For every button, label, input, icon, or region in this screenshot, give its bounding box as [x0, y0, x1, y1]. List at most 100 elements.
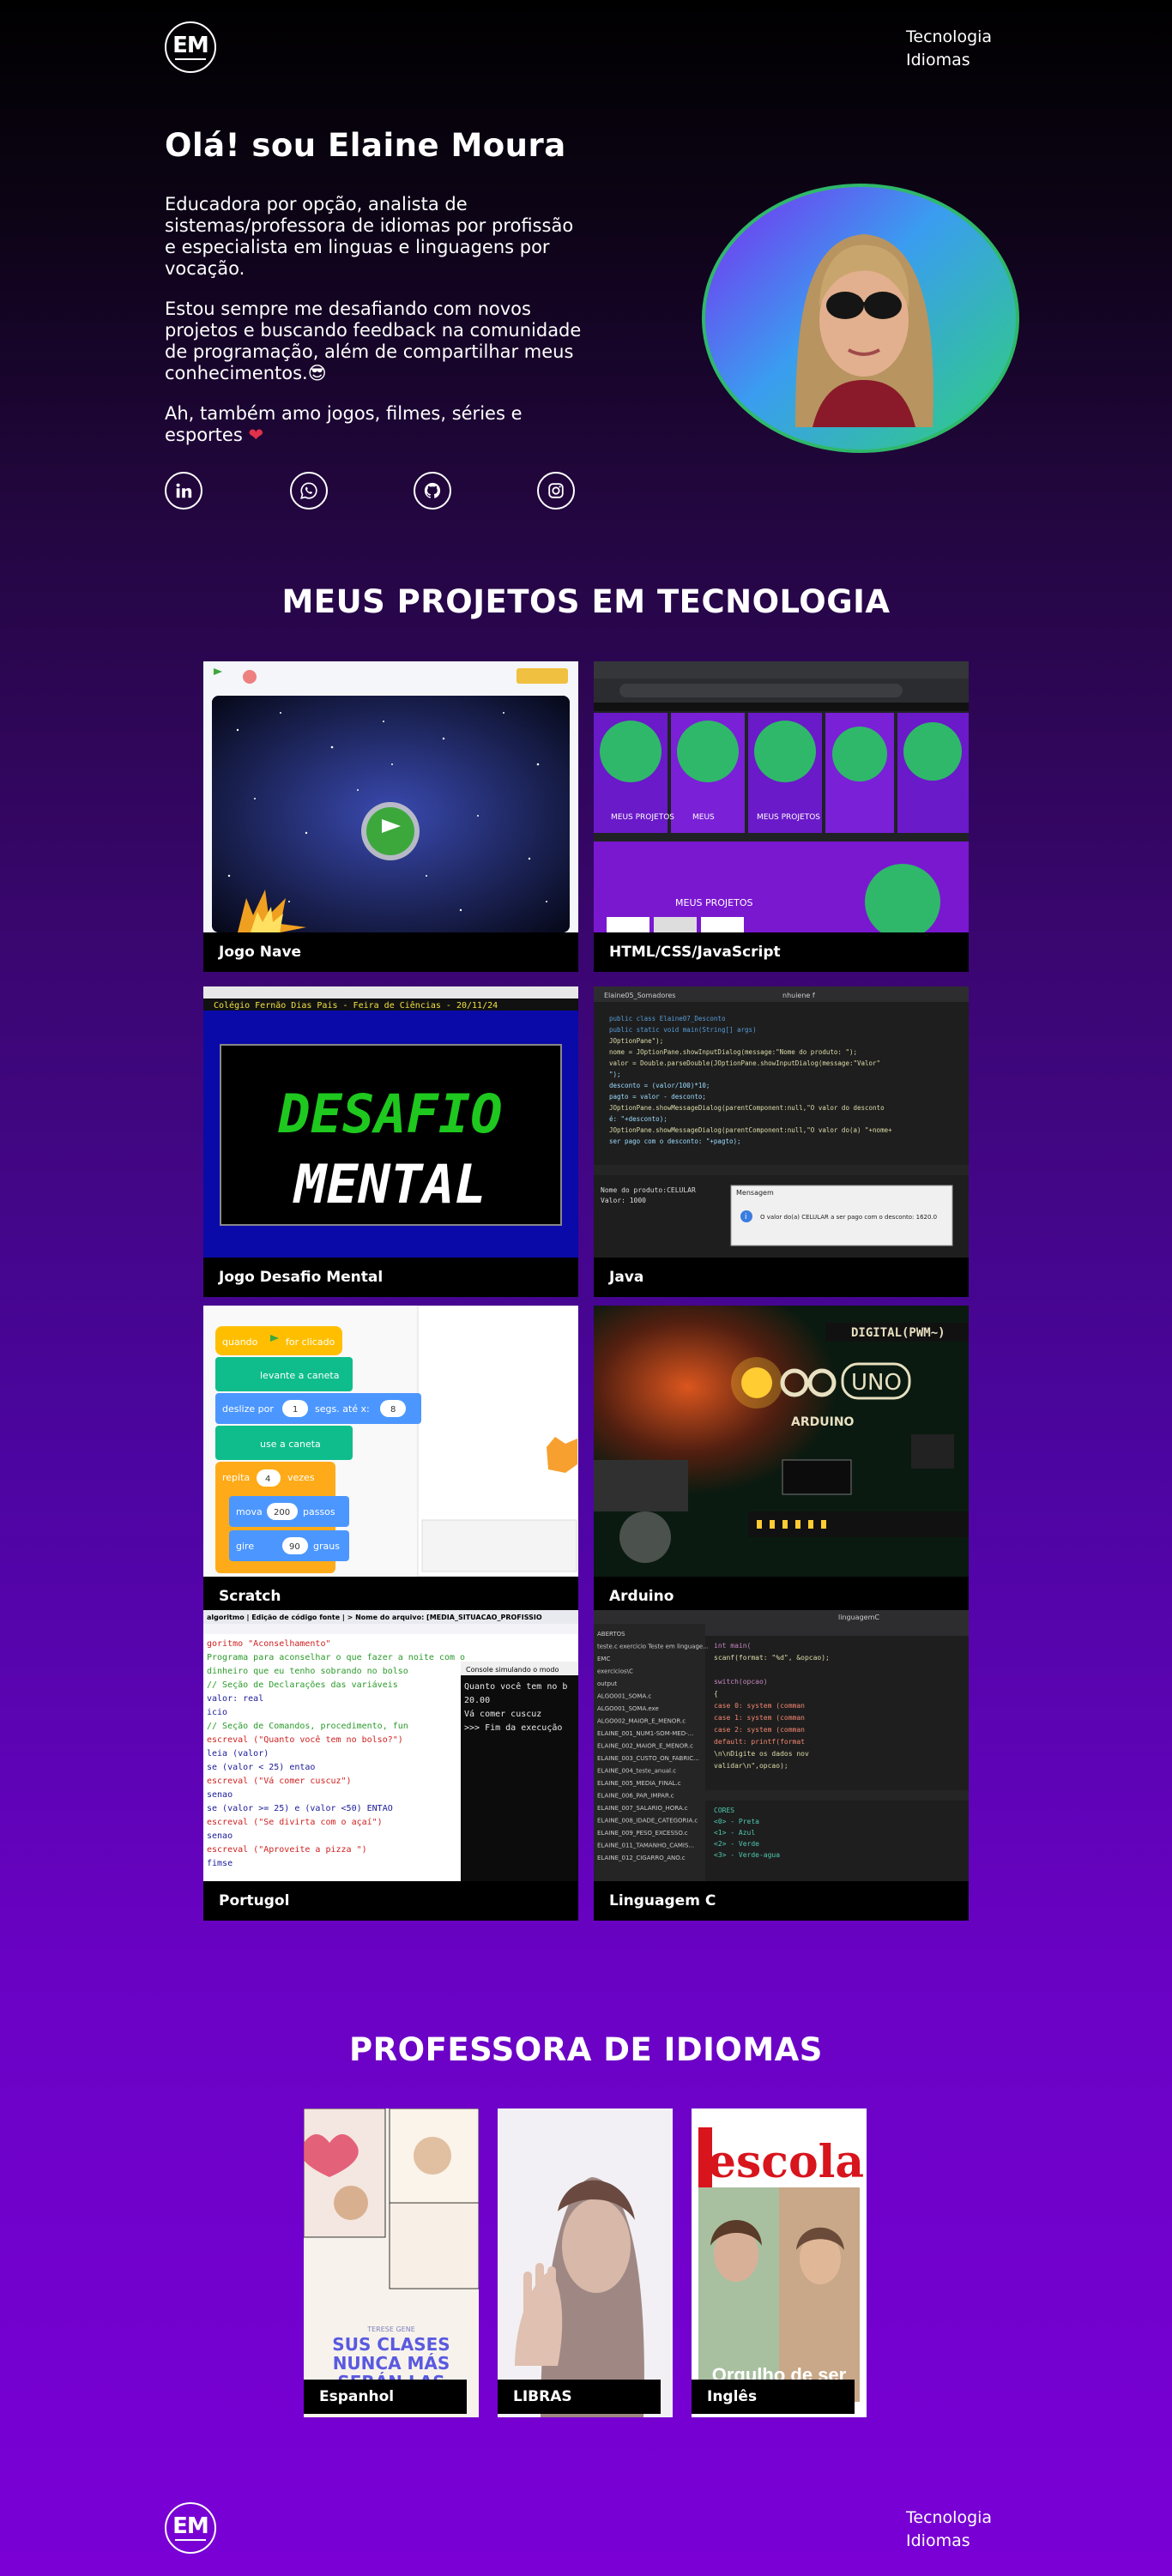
espanhol-poster-line-2: NUNCA MÁS	[333, 2353, 450, 2374]
project-card-linguagem-c[interactable]: linguagemC ABERTOS teste.c exercicio Test…	[594, 1610, 969, 1921]
java-code-lines-line: valor = Double.parseDouble(JOptionPane.s…	[609, 1059, 880, 1067]
arduino-board-illustration: DIGITAL(PWM~) ARDUINO UNO	[594, 1306, 969, 1577]
java-code-lines-line: JOptionPane.showMessageDialog(parentComp…	[609, 1104, 885, 1112]
c-file-list-line: ALGO002_MAIOR_E_MENOR.c	[597, 1718, 686, 1725]
project-card-arduino[interactable]: DIGITAL(PWM~) ARDUINO UNO Arduino	[594, 1306, 969, 1616]
jogo-nave-thumbnail	[203, 661, 578, 932]
project-card-html-css-js[interactable]: MEUS PROJETOS MEUS MEUS PROJETOS MEUS PR…	[594, 661, 969, 972]
html-thumb-caption-3: MEUS PROJETOS	[757, 813, 820, 822]
c-code-lines-line: int main(	[714, 1642, 751, 1650]
html-css-js-thumbnail: MEUS PROJETOS MEUS MEUS PROJETOS MEUS PR…	[594, 661, 969, 932]
portugol-code-lines-line: Programa para aconselhar o que fazer a n…	[207, 1653, 465, 1662]
java-tab-2: nhuiene f	[782, 992, 815, 999]
profile-portrait-illustration	[795, 234, 933, 427]
scratch-block-clicado: for clicado	[286, 1336, 335, 1348]
hero-paragraph-1-text: Educadora por opção, analista de sistema…	[165, 194, 574, 279]
c-file-list-line: ELAINE_012_CIGARRO_ANO.c	[597, 1855, 686, 1861]
c-terminal-lines-line: CORES	[714, 1807, 734, 1814]
java-dialog-text: O valor do(a) CELULAR a ser pago com o d…	[760, 1214, 937, 1221]
portugol-code-lines-line: goritmo "Aconselhamento"	[207, 1639, 331, 1649]
c-file-list-line: ELAINE_006_PAR_IMPAR.c	[597, 1793, 674, 1800]
c-terminal-lines-line: <1> - Azul	[714, 1829, 755, 1837]
footer-link-tecnologia[interactable]: Tecnologia	[906, 2507, 992, 2530]
arduino-uno-text: UNO	[851, 1370, 902, 1396]
language-card-libras[interactable]: LIBRAS	[498, 2108, 673, 2417]
hero-text: Educadora por opção, analista de sistema…	[165, 194, 585, 465]
scratch-block-graus: graus	[313, 1541, 340, 1552]
c-code-lines-line: switch(opcao)	[714, 1678, 768, 1686]
hero-title: Olá! sou Elaine Moura	[165, 127, 566, 164]
libras-photo-illustration	[498, 2108, 673, 2417]
logo[interactable]: EM	[165, 21, 216, 73]
scratch-block-use-caneta: use a caneta	[260, 1439, 321, 1450]
java-console-lines-line: Valor: 1000	[601, 1197, 646, 1204]
portugol-code-lines-line: senao	[207, 1831, 233, 1841]
project-card-desafio-mental[interactable]: Colégio Fernão Dias Pais - Feira de Ciên…	[203, 986, 578, 1297]
scratch-block-repita-value: 4	[265, 1475, 270, 1484]
hero-paragraph-3: Ah, também amo jogos, filmes, séries e e…	[165, 403, 585, 446]
project-label: Java	[594, 1258, 969, 1297]
desafio-header-text: Colégio Fernão Dias Pais - Feira de Ciên…	[214, 1000, 498, 1010]
arduino-digital-text: DIGITAL(PWM~)	[851, 1326, 945, 1340]
c-file-list-line: ELAINE_009_PESO_EXCESSO.c	[597, 1830, 688, 1837]
scratch-block-deslize: deslize por	[222, 1403, 274, 1415]
github-icon[interactable]	[414, 472, 451, 510]
c-file-list-line: exercicios\C	[597, 1668, 633, 1675]
espanhol-poster-line-1: SUS CLASES	[332, 2334, 450, 2355]
c-file-list-line: ELAINE_002_MAIOR_E_MENOR.c	[597, 1743, 693, 1750]
scratch-block-mova-value: 200	[274, 1508, 290, 1517]
scratch-block-x-value: 8	[390, 1405, 396, 1415]
nav-link-idiomas[interactable]: Idiomas	[906, 49, 992, 72]
espanhol-poster-illustration: TERESE GENE SUS CLASES NUNCA MÁS SERÁN L…	[304, 2108, 479, 2417]
portugol-console-lines-line: >>> Fim da execução	[464, 1723, 562, 1733]
whatsapp-icon[interactable]	[290, 472, 328, 510]
project-card-scratch[interactable]: quando for clicado levante a caneta desl…	[203, 1306, 578, 1616]
desafio-title-line1: DESAFIO	[277, 1083, 502, 1145]
java-console-lines-line: Nome do produto:CELULAR	[601, 1186, 696, 1194]
c-code-lines-line: case 0: system (comman	[714, 1702, 805, 1710]
hero-paragraph-2: Estou sempre me desafiando com novos pro…	[165, 299, 585, 384]
sunglasses-emoji-icon: 😎	[307, 363, 327, 383]
main-nav: Tecnologia Idiomas	[906, 26, 992, 72]
project-card-java[interactable]: Elaine05_Somadores nhuiene f public clas…	[594, 986, 969, 1297]
java-code-lines-line: desconto = (valor/100)*10;	[609, 1082, 710, 1089]
java-code-lines-line: JOptionPane.showMessageDialog(parentComp…	[609, 1126, 892, 1134]
portugol-code-lines-line: icio	[207, 1708, 227, 1717]
c-terminal-lines-line: <3> - Verde-agua	[714, 1851, 780, 1859]
language-card-espanhol[interactable]: TERESE GENE SUS CLASES NUNCA MÁS SERÁN L…	[304, 2108, 479, 2417]
java-tab-1: Elaine05_Somadores	[604, 992, 675, 999]
project-label: Linguagem C	[594, 1881, 969, 1921]
project-label: HTML/CSS/JavaScript	[594, 932, 969, 972]
footer-link-idiomas[interactable]: Idiomas	[906, 2530, 992, 2553]
portugol-code-lines-line: valor: real	[207, 1694, 263, 1704]
project-card-jogo-nave[interactable]: Jogo Nave	[203, 661, 578, 972]
profile-photo	[702, 184, 1019, 453]
c-code-lines-line: \n\nDigite os dados nov	[714, 1750, 809, 1758]
linkedin-icon[interactable]	[165, 472, 202, 510]
java-ide-screenshot-illustration: Elaine05_Somadores nhuiene f public clas…	[594, 986, 969, 1258]
heart-icon: ❤	[248, 425, 264, 445]
c-code-lines-line: case 2: system (comman	[714, 1726, 805, 1734]
nav-link-tecnologia[interactable]: Tecnologia	[906, 26, 992, 49]
footer-logo-underline	[175, 2539, 206, 2541]
instagram-icon[interactable]	[537, 472, 575, 510]
portugol-code-lines-line: leia (valor)	[207, 1749, 269, 1759]
ingles-magazine-illustration: escola Orgulho de ser	[692, 2108, 867, 2417]
c-file-list-line: ELAINE_001_NUM1-SOM-MED-...	[597, 1730, 693, 1737]
portugol-console-title: Console simulando o modo	[466, 1666, 559, 1674]
java-dialog-title: Mensagem	[736, 1189, 774, 1197]
java-code-lines-line: nome = JOptionPane.showInputDialog(messa…	[609, 1048, 857, 1056]
language-card-ingles[interactable]: escola Orgulho de ser Inglês	[692, 2108, 867, 2417]
footer-logo-text: EM	[172, 2513, 209, 2539]
svg-text:TERESE GENE: TERESE GENE	[366, 2326, 415, 2333]
scratch-block-passos: passos	[303, 1506, 335, 1517]
footer-logo[interactable]: EM	[165, 2502, 216, 2554]
c-file-list-line: ELAINE_004_teste_anual.c	[597, 1768, 676, 1775]
project-card-portugol[interactable]: algoritmo | Edição de código fonte | > N…	[203, 1610, 578, 1921]
scratch-block-levante: levante a caneta	[260, 1370, 339, 1381]
c-file-list-line: EMC	[597, 1656, 610, 1662]
scratch-block-quando: quando	[222, 1336, 258, 1348]
portugol-console-lines-line: Vá comer cuscuz	[464, 1709, 541, 1719]
portugol-code-lines-line: se (valor >= 25) e (valor <50) ENTAO	[207, 1804, 393, 1813]
header: EM Tecnologia Idiomas	[0, 0, 1172, 94]
